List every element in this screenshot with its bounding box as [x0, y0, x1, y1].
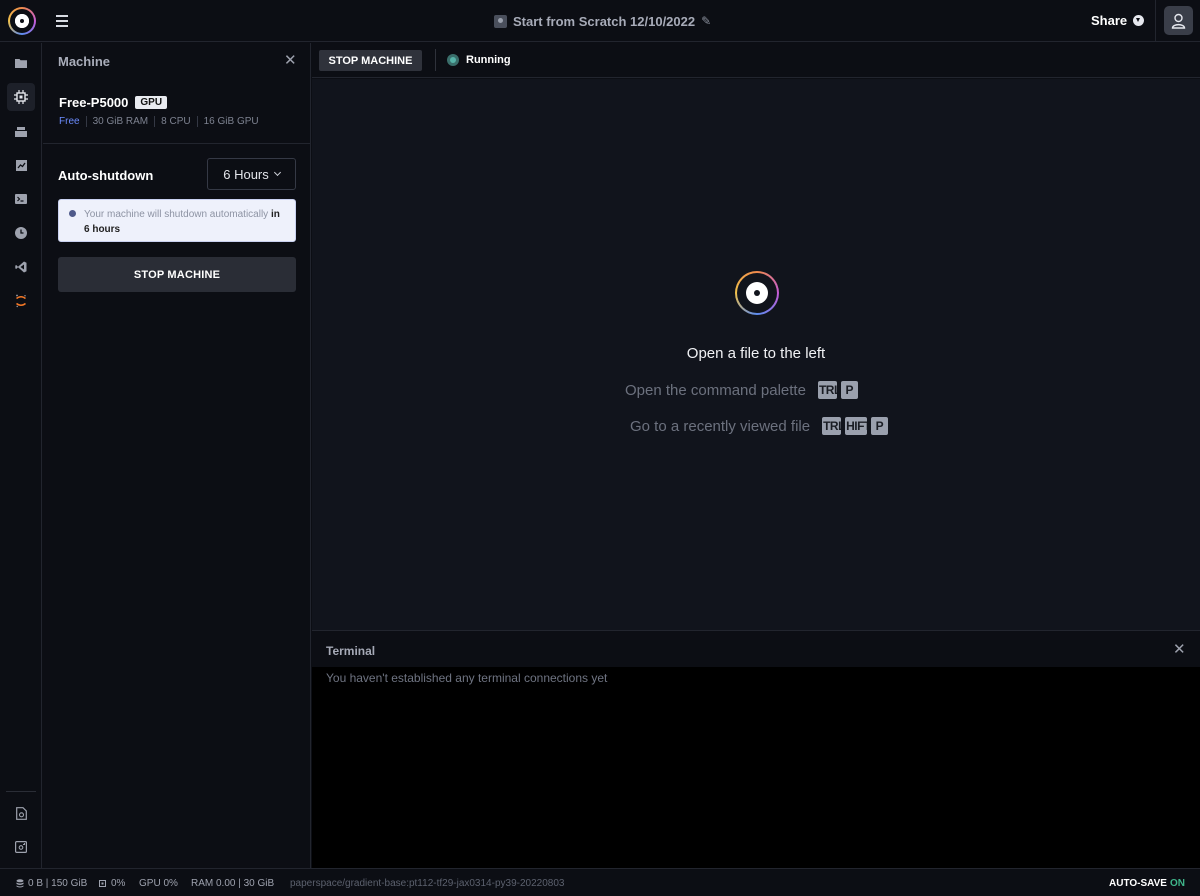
chart-icon[interactable] [7, 151, 35, 179]
kbd-key: TRL [817, 381, 837, 399]
close-icon[interactable]: ✕ [1173, 642, 1186, 657]
notebook-title: Start from Scratch 12/10/2022 [513, 13, 696, 29]
shutdown-info-hours: 6 hours [84, 224, 121, 235]
cpu-text: 0% [111, 878, 126, 889]
vscode-icon[interactable] [7, 253, 35, 281]
autosave-label[interactable]: AUTO-SAVE [1109, 878, 1167, 889]
terminal-title: Terminal [326, 644, 376, 658]
auto-shutdown-select[interactable]: 6 Hours [207, 158, 296, 190]
chevron-down-icon [273, 168, 281, 177]
help-icon[interactable] [7, 833, 35, 861]
toolbar-divider [435, 49, 436, 71]
topbar-divider [1155, 0, 1156, 42]
container-image-text: paperspace/gradient-base:pt112-tf29-jax0… [290, 878, 565, 889]
spec-cpu: 8 CPU [154, 116, 196, 127]
clock-icon[interactable] [7, 219, 35, 247]
gpu-badge: GPU [135, 96, 168, 109]
panel-divider [43, 143, 311, 144]
terminal-icon[interactable] [7, 185, 35, 213]
spec-ram: 30 GiB RAM [85, 116, 155, 127]
machine-name: Free-P5000 GPU [59, 95, 168, 110]
storage-status: 0 B | 150 GiB [16, 878, 87, 889]
user-icon [1171, 13, 1186, 29]
shutdown-info-in: in [270, 209, 280, 220]
recent-file-hint: Go to a recently viewed file TRL HIFT P [630, 417, 889, 435]
chevron-down-icon [1133, 15, 1145, 26]
sidebar-rail [0, 43, 42, 868]
avatar[interactable] [1164, 6, 1193, 35]
machine-name-text: Free-P5000 [59, 95, 129, 110]
container-image: paperspace/gradient-base:pt112-tf29-jax0… [290, 878, 564, 889]
panel-title: Machine [58, 54, 111, 69]
auto-shutdown-value: 6 Hours [223, 166, 269, 182]
share-button[interactable]: Share [1091, 13, 1145, 28]
gpu-status: GPU 0% [139, 878, 178, 889]
gpu-text: GPU 0% [139, 878, 178, 889]
machine-panel: Machine ✕ Free-P5000 GPU Free 30 GiB RAM… [43, 43, 311, 868]
terminal-panel: Terminal ✕ You haven't established any t… [312, 630, 1200, 868]
chip-icon[interactable] [7, 83, 35, 111]
cpu-status: 0% [98, 878, 125, 889]
rail-divider [6, 791, 36, 792]
edit-icon[interactable]: ✎ [701, 14, 711, 28]
machine-toolbar: STOP MACHINE Running [312, 43, 1200, 78]
settings-file-icon[interactable] [7, 799, 35, 827]
kbd-key: P [840, 381, 858, 399]
kbd-key: TRL [822, 417, 842, 435]
machine-status-text: Running [466, 54, 511, 66]
shutdown-info-text: Your machine will shutdown automatically [84, 209, 269, 220]
notebook-icon [494, 14, 507, 28]
app-logo-icon [735, 271, 779, 315]
database-icon [16, 879, 24, 888]
top-bar: Start from Scratch 12/10/2022 ✎ Share [0, 0, 1200, 42]
machine-status: Running [447, 54, 511, 66]
menu-icon[interactable] [56, 15, 68, 27]
notebook-title-area[interactable]: Start from Scratch 12/10/2022 ✎ [494, 13, 711, 29]
toolbar-stop-machine-button[interactable]: STOP MACHINE [319, 50, 422, 71]
command-palette-label: Open the command palette [625, 381, 806, 399]
machine-specs: Free 30 GiB RAM 8 CPU 16 GiB GPU [59, 116, 265, 127]
spec-tier: Free [59, 116, 80, 127]
stop-machine-button[interactable]: STOP MACHINE [58, 257, 296, 292]
auto-shutdown-label: Auto-shutdown [58, 168, 154, 183]
folder-icon[interactable] [7, 49, 35, 77]
ram-text: RAM 0.00 | 30 GiB [191, 878, 275, 889]
status-dot-icon [447, 54, 459, 66]
terminal-message: You haven't established any terminal con… [326, 671, 608, 685]
kbd-key: HIFT [845, 417, 868, 435]
info-icon [69, 210, 76, 217]
shutdown-info-box: Your machine will shutdown automatically… [58, 199, 296, 242]
storage-text: 0 B | 150 GiB [28, 878, 88, 889]
status-bar: 0 B | 150 GiB 0% GPU 0% RAM 0.00 | 30 Gi… [0, 868, 1200, 896]
command-palette-hint: Open the command palette TRL P [625, 381, 858, 399]
terminal-header: Terminal ✕ [312, 631, 1200, 667]
autosave-value[interactable]: ON [1170, 878, 1185, 889]
share-label: Share [1091, 13, 1128, 28]
stack-icon[interactable] [7, 117, 35, 145]
spec-gpu: 16 GiB GPU [196, 116, 265, 127]
recent-file-label: Go to a recently viewed file [630, 417, 811, 435]
jupyter-icon[interactable] [7, 287, 35, 315]
ram-status: RAM 0.00 | 30 GiB [191, 878, 274, 889]
app-logo-icon[interactable] [8, 7, 36, 35]
open-file-hint: Open a file to the left [686, 345, 826, 362]
cpu-icon [99, 880, 106, 887]
kbd-key: P [871, 417, 889, 435]
close-icon[interactable]: ✕ [284, 53, 297, 68]
editor-area: Open a file to the left Open the command… [312, 79, 1200, 630]
